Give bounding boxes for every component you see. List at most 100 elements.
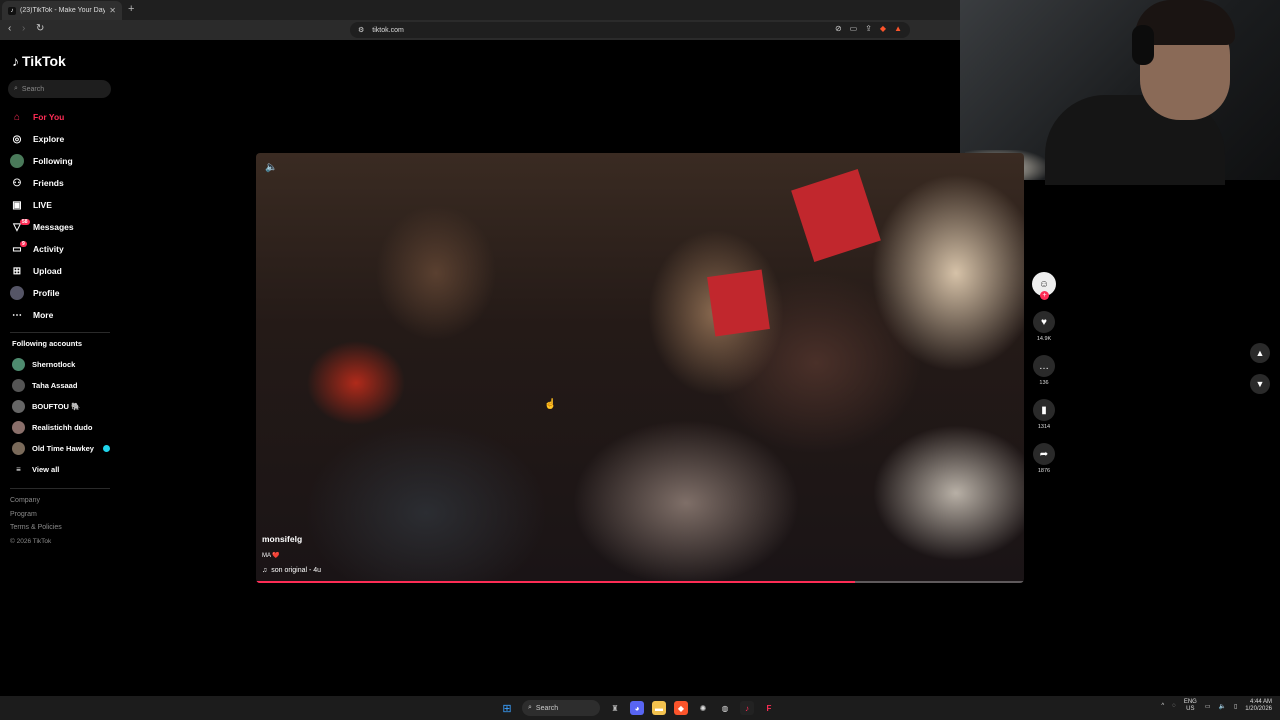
battery-icon[interactable]: ▯ [1234,703,1237,710]
brave-rewards-icon[interactable]: ▲ [894,24,902,33]
comment-icon[interactable]: … [1033,355,1055,377]
wizard-app-icon[interactable]: ♜ [608,701,622,715]
steam-icon[interactable]: ◍ [718,701,732,715]
save-action[interactable]: ▮ 1314 [1033,399,1055,430]
avatar [12,379,25,392]
sidebar-item-friends[interactable]: ⚇ Friends [10,172,120,194]
sidebar-item-label: Friends [33,178,64,188]
footer-link-terms[interactable]: Terms & Policies [10,524,62,538]
chevron-down-icon: ▼ [1255,379,1265,389]
editor-app-icon[interactable]: F [762,701,776,715]
language-indicator[interactable]: ENG US [1184,699,1197,713]
system-tray: ^ ◌ ENG US ▭ 🔈 ▯ 4:44 AM 1/20/2026 [1161,699,1272,713]
windows-start-icon[interactable]: ⊞ [500,701,514,715]
sidebar-item-label: Explore [33,134,65,144]
sidebar-item-live[interactable]: ▣ LIVE [10,194,120,216]
share-icon[interactable]: ➦ [1033,443,1055,465]
new-tab-button[interactable]: + [128,3,134,15]
music-note-icon: ♫ [262,567,268,574]
site-info-icon[interactable]: ⚙ [358,26,364,34]
pip-icon[interactable]: ▭ [850,24,858,33]
creator-avatar-icon: ☺ [1038,278,1050,290]
bookmark-icon[interactable]: ▮ [1033,399,1055,421]
brave-browser-icon[interactable]: ◆ [674,701,688,715]
following-account-item[interactable]: Realistichh dudo [12,417,110,438]
network-icon[interactable]: ▭ [1205,703,1211,710]
account-name: BOUFTOU 🐘 [32,402,81,411]
sidebar-item-label: LIVE [33,200,52,210]
more-icon: ⋯ [12,309,22,321]
sidebar-divider [10,332,110,333]
comment-action[interactable]: … 136 [1033,355,1055,386]
following-account-item[interactable]: Old Time Hawkey [12,438,110,459]
search-icon: ⌕ [14,85,18,92]
windows-taskbar: ⊞ ⌕ Search ♜ ◕ ▬ ◆ ✺ ◍ ♪ F ^ ◌ ENG US ▭ … [0,696,1280,720]
follow-plus-icon[interactable]: + [1040,291,1049,300]
volume-icon[interactable]: 🔈 [1219,703,1226,710]
location-icon[interactable]: ◌ [1172,703,1176,709]
sidebar-item-label: Profile [33,288,60,298]
chatgpt-icon[interactable]: ✺ [696,701,710,715]
avatar [10,154,24,168]
sidebar-item-label: Upload [33,266,62,276]
clock[interactable]: 4:44 AM 1/20/2026 [1245,699,1272,713]
following-account-item[interactable]: BOUFTOU 🐘 [12,396,110,417]
share-icon[interactable]: ⇪ [865,24,872,33]
brave-shield-icon[interactable]: ◆ [880,24,886,33]
tiktok-logo[interactable]: ♪ TikTok [12,53,66,69]
tiktok-note-icon: ♪ [12,53,19,69]
tiktok-app-icon[interactable]: ♪ [740,701,754,715]
reload-icon[interactable]: ↻ [36,23,44,34]
video-player[interactable]: 🔈 ☝ monsifelg MA ❤️ ♫ son original - 4u [256,153,1024,583]
friends-icon: ⚇ [12,177,22,189]
video-author[interactable]: monsifelg [262,534,302,544]
sidebar-item-for-you[interactable]: ⌂ For You [10,106,120,128]
heart-icon[interactable]: ♥ [1033,311,1055,333]
share-action[interactable]: ➦ 1876 [1033,443,1055,474]
sidebar-item-label: Following [33,156,73,166]
browser-tab[interactable]: ♪ (23)TikTok - Make Your Day ✕ [2,1,122,20]
sidebar-item-activity[interactable]: ▭ 9 Activity [10,238,120,260]
sidebar-item-messages[interactable]: ▽ 58 Messages [10,216,120,238]
search-input[interactable]: ⌕ Search [8,80,111,98]
close-tab-icon[interactable]: ✕ [109,6,116,15]
like-count: 14.9K [1036,336,1052,342]
following-accounts-list: Shernotlock Taha Assaad BOUFTOU 🐘 Realis… [12,354,110,480]
taskbar-search[interactable]: ⌕ Search [522,700,600,716]
region-code: US [1186,706,1195,712]
compass-icon: ◎ [12,133,22,145]
chevron-up-icon[interactable]: ^ [1161,703,1164,709]
next-video-button[interactable]: ▼ [1250,374,1270,394]
sidebar-item-explore[interactable]: ◎ Explore [10,128,120,150]
like-action[interactable]: ♥ 14.9K [1033,311,1055,342]
video-progress-bar[interactable] [256,581,1024,583]
view-all-link[interactable]: ≡ View all [12,459,110,480]
sidebar-item-following[interactable]: Following [10,150,120,172]
creator-avatar[interactable]: ☺ + [1032,272,1056,300]
video-sound[interactable]: ♫ son original - 4u [262,567,321,574]
following-account-item[interactable]: Shernotlock [12,354,110,375]
extensions-area: ⊘ ▭ ⇪ ◆ ▲ [835,24,902,33]
sidebar-item-more[interactable]: ⋯ More [10,304,120,326]
previous-video-button[interactable]: ▲ [1250,343,1270,363]
share-count: 1876 [1037,468,1051,474]
footer-link-company[interactable]: Company [10,497,62,511]
account-name: Realistichh dudo [32,423,93,432]
volume-icon[interactable]: 🔈 [265,162,277,173]
file-explorer-icon[interactable]: ▬ [652,701,666,715]
footer-link-program[interactable]: Program [10,511,62,525]
logo-text: TikTok [22,53,66,69]
sidebar-item-profile[interactable]: Profile [10,282,120,304]
search-icon: ⌕ [528,704,532,711]
forward-icon[interactable]: › [22,23,25,34]
discord-icon[interactable]: ◕ [630,701,644,715]
reader-icon[interactable]: ⊘ [835,24,842,33]
browser-tab-bar: ♪ (23)TikTok - Make Your Day ✕ + [0,0,960,20]
tiktok-favicon-icon: ♪ [8,6,16,15]
address-bar[interactable]: ⚙ tiktok.com ⊘ ▭ ⇪ ◆ ▲ [350,22,910,38]
url-text[interactable]: tiktok.com [372,27,404,34]
back-icon[interactable]: ‹ [8,23,11,34]
sidebar-item-label: For You [33,112,65,122]
following-account-item[interactable]: Taha Assaad [12,375,110,396]
sidebar-item-upload[interactable]: ⊞ Upload [10,260,120,282]
